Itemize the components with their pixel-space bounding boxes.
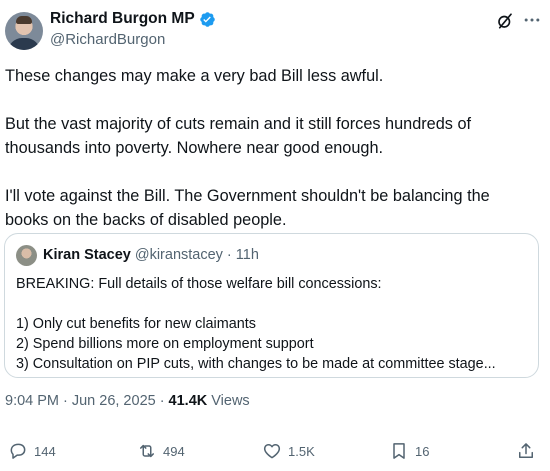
quoted-tweet-time: 11h (235, 247, 259, 263)
grok-icon[interactable] (496, 12, 514, 30)
separator-dot: · (159, 393, 165, 409)
author-name-row: Richard Burgon MP (50, 10, 216, 28)
tweet-meta: 9:04 PM · Jun 26, 2025 · 41.4K Views (5, 393, 250, 409)
like-icon (263, 444, 281, 459)
bookmark-button[interactable]: 16 (389, 441, 429, 461)
bookmark-count: 16 (415, 443, 430, 459)
quoted-tweet-header: Kiran Stacey @kiranstacey · 11h (43, 247, 259, 263)
quoted-gap (16, 294, 531, 314)
tweet-paragraph: books on the backs of disabled people. (5, 211, 287, 229)
action-bar: 144 494 1.5K 16 (0, 441, 550, 463)
views-count: 41.4K (168, 393, 208, 409)
more-icon[interactable] (522, 10, 542, 30)
tweet-text: These changes may make a very bad Bill l… (5, 64, 535, 232)
verified-badge-icon (199, 11, 215, 27)
reply-icon (10, 443, 26, 459)
tweet-paragraph: But the vast majority of cuts remain and… (5, 115, 472, 133)
avatar-suit (8, 38, 40, 50)
author-avatar[interactable] (5, 12, 43, 50)
quoted-line: BREAKING: Full details of those welfare … (16, 276, 382, 292)
quoted-tweet-body: BREAKING: Full details of those welfare … (16, 274, 531, 374)
tweet-time[interactable]: 9:04 PM (5, 393, 59, 409)
share-icon (519, 443, 533, 458)
repost-count: 494 (163, 443, 185, 459)
reply-button[interactable]: 144 (8, 441, 56, 461)
quoted-line: 2) Spend billions more on employment sup… (16, 336, 314, 352)
like-count: 1.5K (288, 443, 315, 459)
quoted-tweet[interactable]: Kiran Stacey @kiranstacey · 11h BREAKING… (4, 233, 539, 378)
tweet-date[interactable]: Jun 26, 2025 (72, 393, 156, 409)
tweet-paragraph: I'll vote against the Bill. The Governme… (5, 187, 490, 205)
bookmark-icon (393, 443, 405, 459)
quoted-author-avatar (16, 245, 37, 266)
tweet-paragraph: These changes may make a very bad Bill l… (5, 67, 384, 85)
like-button[interactable]: 1.5K (262, 441, 315, 461)
share-button[interactable] (516, 441, 536, 461)
separator-dot: · (226, 247, 232, 263)
author-name[interactable]: Richard Burgon MP (50, 10, 195, 28)
tweet-paragraph: thousands into poverty. Nowhere near goo… (5, 139, 384, 157)
quoted-author-handle: @kiranstacey (134, 247, 223, 263)
views-label: Views (211, 393, 250, 409)
tweet-header: Richard Burgon MP @RichardBurgon (0, 8, 550, 52)
reply-count: 144 (34, 443, 56, 459)
quoted-author-name: Kiran Stacey (43, 247, 131, 263)
avatar-hair (16, 16, 32, 24)
separator-dot: · (63, 393, 68, 409)
repost-button[interactable]: 494 (137, 441, 185, 461)
author-handle[interactable]: @RichardBurgon (50, 31, 165, 48)
repost-icon (140, 444, 154, 458)
quoted-line: 3) Consultation on PIP cuts, with change… (16, 356, 496, 372)
quoted-line: 1) Only cut benefits for new claimants (16, 316, 256, 332)
